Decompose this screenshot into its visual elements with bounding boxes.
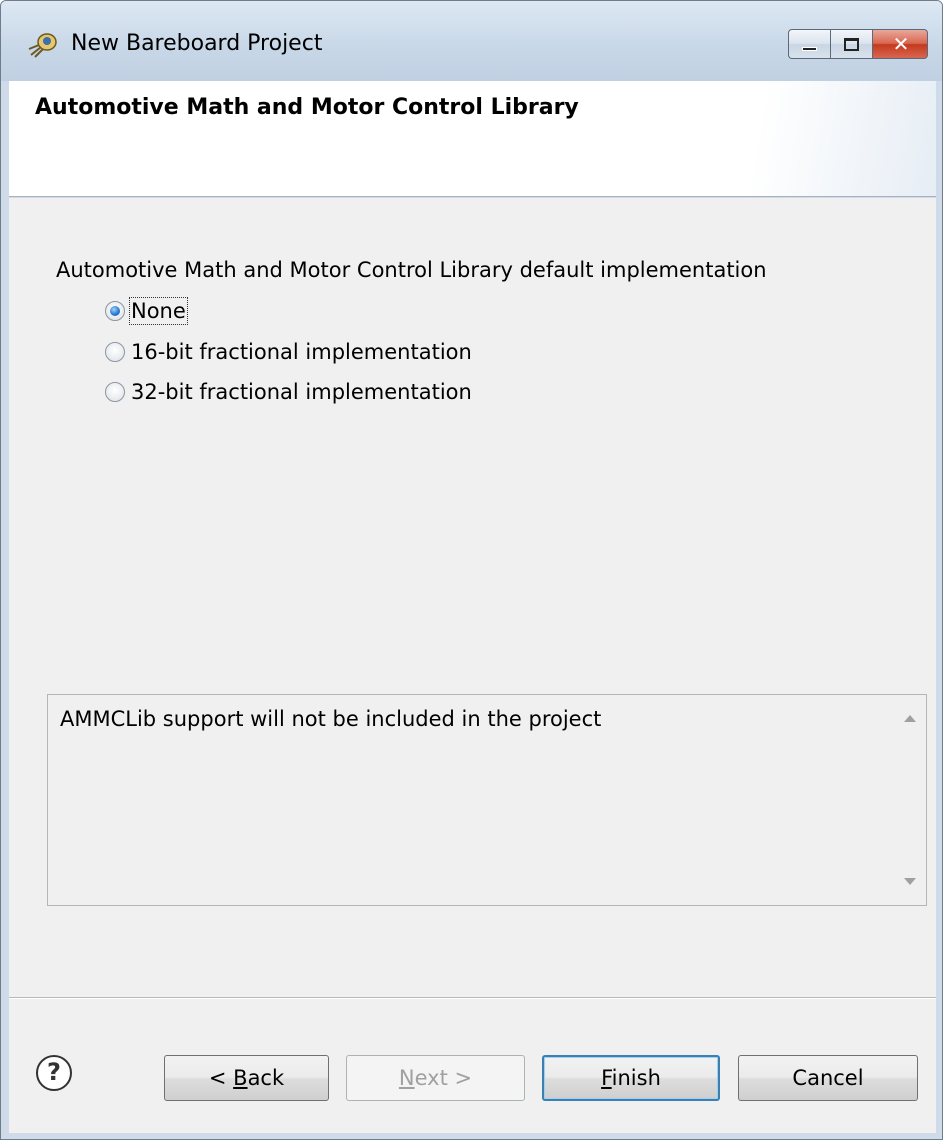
description-box[interactable]: AMMCLib support will not be included in … [47,694,927,906]
cancel-button[interactable]: Cancel [738,1055,918,1101]
eclipse-bug-icon [28,33,57,58]
page-title: Automotive Math and Motor Control Librar… [35,95,579,120]
close-icon: ✕ [892,32,910,56]
radio-option-none[interactable]: None [105,296,188,326]
help-icon[interactable]: ? [36,1055,72,1091]
window-controls: ✕ [788,29,928,59]
radio-button[interactable] [105,342,125,362]
finish-button[interactable]: Finish [542,1055,720,1101]
scroll-down-arrow-icon[interactable] [904,878,916,885]
wizard-content: Automotive Math and Motor Control Librar… [9,198,936,998]
implementation-group-label: Automotive Math and Motor Control Librar… [56,258,767,282]
back-button-rest: ack [247,1066,285,1090]
maximize-icon [844,38,859,51]
scroll-up-arrow-icon[interactable] [904,715,916,722]
wizard-window: New Bareboard Project ✕ Automotive Math … [0,0,943,1140]
minimize-icon [802,47,817,51]
back-button-mnemonic: B [233,1066,248,1090]
finish-button-rest: inish [611,1066,661,1090]
maximize-button[interactable] [830,29,872,59]
next-button-rest: ext > [414,1066,473,1090]
close-button[interactable]: ✕ [872,29,928,59]
finish-button-mnemonic: F [601,1066,612,1090]
wizard-header: Automotive Math and Motor Control Librar… [9,81,936,197]
radio-button[interactable] [105,382,125,402]
next-button-mnemonic: N [398,1066,415,1090]
radio-label[interactable]: 16-bit fractional implementation [131,340,472,364]
radio-button-checked[interactable] [105,301,125,321]
radio-option-16bit[interactable]: 16-bit fractional implementation [105,337,472,367]
radio-option-32bit[interactable]: 32-bit fractional implementation [105,377,472,407]
minimize-button[interactable] [788,29,830,59]
title-bar[interactable]: New Bareboard Project ✕ [1,1,942,81]
next-button[interactable]: Next > [346,1055,525,1101]
window-title: New Bareboard Project [71,31,323,56]
description-text: AMMCLib support will not be included in … [60,707,602,731]
back-button[interactable]: < Back [164,1055,329,1101]
button-bar: ? < Back Next > Finish Cancel [9,999,936,1133]
radio-label[interactable]: 32-bit fractional implementation [131,380,472,404]
back-button-prefix: < [208,1066,234,1090]
radio-label[interactable]: None [129,297,188,325]
window-frame-bottom [1,1133,942,1139]
